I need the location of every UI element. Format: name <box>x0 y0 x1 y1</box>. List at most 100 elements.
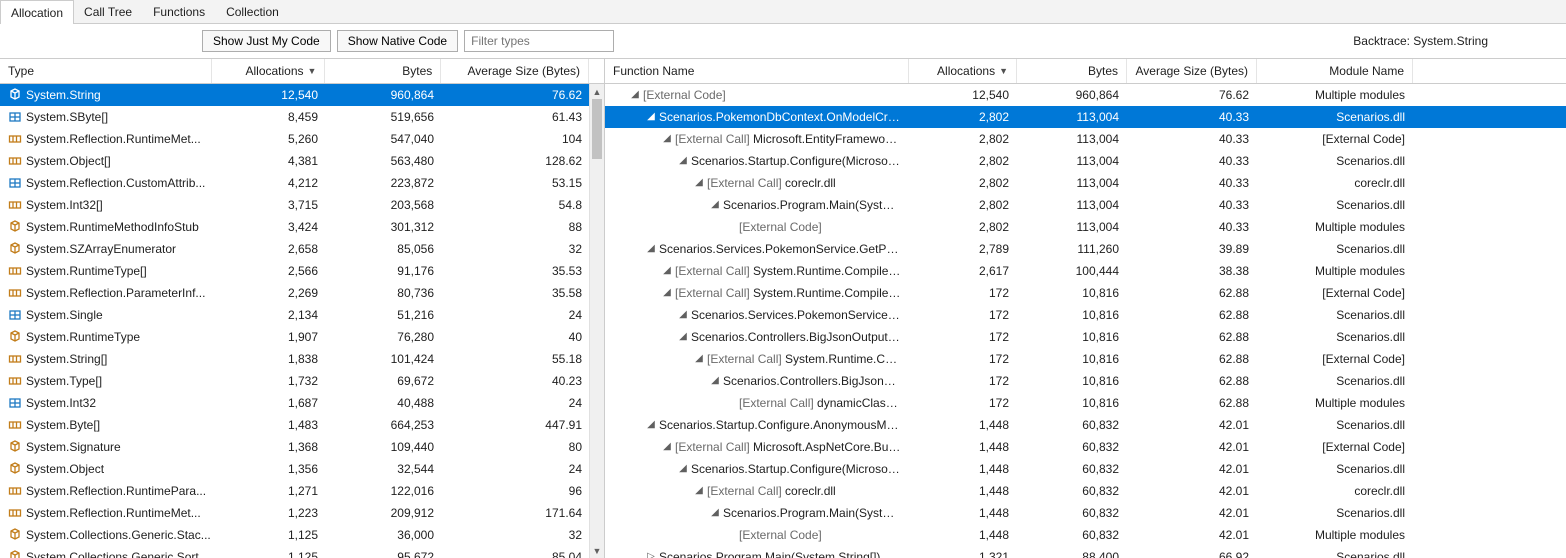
backtrace-row[interactable]: ◢[External Call] coreclr.dll2,802113,004… <box>605 172 1566 194</box>
backtrace-row[interactable]: [External Code]2,802113,00440.33Multiple… <box>605 216 1566 238</box>
bt-allocations-cell: 2,802 <box>909 150 1017 171</box>
header-allocations[interactable]: Allocations ▼ <box>212 59 326 83</box>
scroll-thumb[interactable] <box>592 99 602 159</box>
backtrace-row[interactable]: ◢Scenarios.Program.Main(System.Stri...1,… <box>605 502 1566 524</box>
bt-allocations-cell: 1,448 <box>909 480 1017 501</box>
collapse-icon[interactable]: ◢ <box>645 419 657 430</box>
type-row[interactable]: System.Reflection.CustomAttrib...4,21222… <box>0 172 604 194</box>
backtrace-row[interactable]: ▷Scenarios.Program.Main(System.String[])… <box>605 546 1566 558</box>
backtrace-row[interactable]: ◢[External Call] System.Runtime.Com...17… <box>605 348 1566 370</box>
type-row[interactable]: System.Byte[]1,483664,253447.91 <box>0 414 604 436</box>
backtrace-row[interactable]: ◢[External Call] coreclr.dll1,44860,8324… <box>605 480 1566 502</box>
tab-functions[interactable]: Functions <box>143 0 216 23</box>
backtrace-row[interactable]: ◢[External Call] System.Runtime.Compiler… <box>605 260 1566 282</box>
backtrace-row[interactable]: ◢Scenarios.Program.Main(System.Stri...2,… <box>605 194 1566 216</box>
collapse-icon[interactable]: ◢ <box>645 111 657 122</box>
module-name-cell: [External Code] <box>1257 348 1413 369</box>
module-name-cell: Scenarios.dll <box>1257 106 1413 127</box>
type-row[interactable]: System.Type[]1,73269,67240.23 <box>0 370 604 392</box>
bytes-cell: 76,280 <box>326 326 442 347</box>
collapse-icon[interactable]: ◢ <box>709 375 721 386</box>
header-type[interactable]: Type <box>0 59 212 83</box>
bt-allocations-cell: 2,802 <box>909 216 1017 237</box>
backtrace-row[interactable]: ◢Scenarios.Controllers.BigJsonOutp...172… <box>605 370 1566 392</box>
scroll-up-icon[interactable]: ▲ <box>590 84 604 99</box>
type-row[interactable]: System.String[]1,838101,42455.18 <box>0 348 604 370</box>
type-row[interactable]: System.Int321,68740,48824 <box>0 392 604 414</box>
type-row[interactable]: System.Signature1,368109,44080 <box>0 436 604 458</box>
header-bt-allocations[interactable]: Allocations ▼ <box>909 59 1017 83</box>
collapse-icon[interactable]: ◢ <box>629 89 641 100</box>
scrollbar-vertical[interactable]: ▲ ▼ <box>589 84 604 558</box>
type-row[interactable]: System.RuntimeMethodInfoStub3,424301,312… <box>0 216 604 238</box>
type-name-label: System.RuntimeMethodInfoStub <box>26 220 199 234</box>
backtrace-row[interactable]: ◢[External Call] Microsoft.EntityFramewo… <box>605 128 1566 150</box>
collapse-icon[interactable]: ◢ <box>677 463 689 474</box>
collapse-icon[interactable]: ◢ <box>677 331 689 342</box>
collapse-icon[interactable]: ◢ <box>693 177 705 188</box>
header-module-name[interactable]: Module Name <box>1257 59 1413 83</box>
collapse-icon[interactable]: ◢ <box>709 507 721 518</box>
header-average-size[interactable]: Average Size (Bytes) <box>441 59 589 83</box>
backtrace-row[interactable]: ◢Scenarios.Startup.Configure(Microsoft.A… <box>605 150 1566 172</box>
header-bt-average-size[interactable]: Average Size (Bytes) <box>1127 59 1257 83</box>
type-row[interactable]: System.Reflection.RuntimeMet...1,223209,… <box>0 502 604 524</box>
avg-size-cell: 35.58 <box>442 282 590 303</box>
function-label: [External Call] coreclr.dll <box>707 484 836 498</box>
backtrace-row[interactable]: ◢Scenarios.Startup.Configure.AnonymousMe… <box>605 414 1566 436</box>
tab-collection[interactable]: Collection <box>216 0 290 23</box>
module-name-cell: Scenarios.dll <box>1257 194 1413 215</box>
header-function-name[interactable]: Function Name <box>605 59 909 83</box>
show-native-code-button[interactable]: Show Native Code <box>337 30 458 52</box>
type-row[interactable]: System.Object1,35632,54424 <box>0 458 604 480</box>
filter-types-input[interactable] <box>464 30 614 52</box>
type-name-cell: System.Reflection.RuntimePara... <box>0 480 212 501</box>
backtrace-row[interactable]: [External Code]1,44860,83242.01Multiple … <box>605 524 1566 546</box>
backtrace-row[interactable]: [External Call] dynamicClass.lam...17210… <box>605 392 1566 414</box>
collapse-icon[interactable]: ◢ <box>709 199 721 210</box>
bt-bytes-cell: 113,004 <box>1017 216 1127 237</box>
scroll-down-icon[interactable]: ▼ <box>590 543 604 558</box>
expand-icon[interactable]: ▷ <box>645 551 657 558</box>
type-row[interactable]: System.SZArrayEnumerator2,65885,05632 <box>0 238 604 260</box>
type-row[interactable]: System.String12,540960,86476.62 <box>0 84 604 106</box>
collapse-icon[interactable]: ◢ <box>661 441 673 452</box>
avg-size-cell: 40 <box>442 326 590 347</box>
type-row[interactable]: System.Collections.Generic.Sort...1,1259… <box>0 546 604 558</box>
collapse-icon[interactable]: ◢ <box>693 485 705 496</box>
collapse-icon[interactable]: ◢ <box>661 133 673 144</box>
backtrace-row[interactable]: ◢[External Code]12,540960,86476.62Multip… <box>605 84 1566 106</box>
backtrace-row[interactable]: ◢[External Call] Microsoft.AspNetCore.Bu… <box>605 436 1566 458</box>
tab-call-tree[interactable]: Call Tree <box>74 0 143 23</box>
type-row[interactable]: System.RuntimeType1,90776,28040 <box>0 326 604 348</box>
type-row[interactable]: System.Reflection.RuntimePara...1,271122… <box>0 480 604 502</box>
collapse-icon[interactable]: ◢ <box>693 353 705 364</box>
collapse-icon[interactable]: ◢ <box>645 243 657 254</box>
backtrace-row[interactable]: ◢Scenarios.Startup.Configure(Microsoft.A… <box>605 458 1566 480</box>
types-header-row: Type Allocations ▼ Bytes Average Size (B… <box>0 59 604 84</box>
collapse-icon[interactable]: ◢ <box>677 309 689 320</box>
type-row[interactable]: System.RuntimeType[]2,56691,17635.53 <box>0 260 604 282</box>
type-row[interactable]: System.Int32[]3,715203,56854.8 <box>0 194 604 216</box>
backtrace-row[interactable]: ◢Scenarios.PokemonDbContext.OnModelCreat… <box>605 106 1566 128</box>
collapse-icon[interactable]: ◢ <box>677 155 689 166</box>
bt-bytes-cell: 88,400 <box>1017 546 1127 558</box>
collapse-icon[interactable]: ◢ <box>661 287 673 298</box>
backtrace-row[interactable]: ◢Scenarios.Services.PokemonService.GetP.… <box>605 304 1566 326</box>
backtrace-row[interactable]: ◢Scenarios.Services.PokemonService.GetPo… <box>605 238 1566 260</box>
header-bt-bytes[interactable]: Bytes <box>1017 59 1127 83</box>
type-row[interactable]: System.Single2,13451,21624 <box>0 304 604 326</box>
type-row[interactable]: System.SByte[]8,459519,65661.43 <box>0 106 604 128</box>
show-just-my-code-button[interactable]: Show Just My Code <box>202 30 331 52</box>
header-bytes[interactable]: Bytes <box>325 59 441 83</box>
backtrace-panel: Function Name Allocations ▼ Bytes Averag… <box>605 59 1566 558</box>
type-row[interactable]: System.Reflection.RuntimeMet...5,260547,… <box>0 128 604 150</box>
type-row[interactable]: System.Collections.Generic.Stac...1,1253… <box>0 524 604 546</box>
backtrace-row[interactable]: ◢Scenarios.Controllers.BigJsonOutputC...… <box>605 326 1566 348</box>
backtrace-row[interactable]: ◢[External Call] System.Runtime.Compiler… <box>605 282 1566 304</box>
collapse-icon[interactable]: ◢ <box>661 265 673 276</box>
bytes-cell: 519,656 <box>326 106 442 127</box>
type-row[interactable]: System.Object[]4,381563,480128.62 <box>0 150 604 172</box>
tab-allocation[interactable]: Allocation <box>0 0 74 24</box>
type-row[interactable]: System.Reflection.ParameterInf...2,26980… <box>0 282 604 304</box>
